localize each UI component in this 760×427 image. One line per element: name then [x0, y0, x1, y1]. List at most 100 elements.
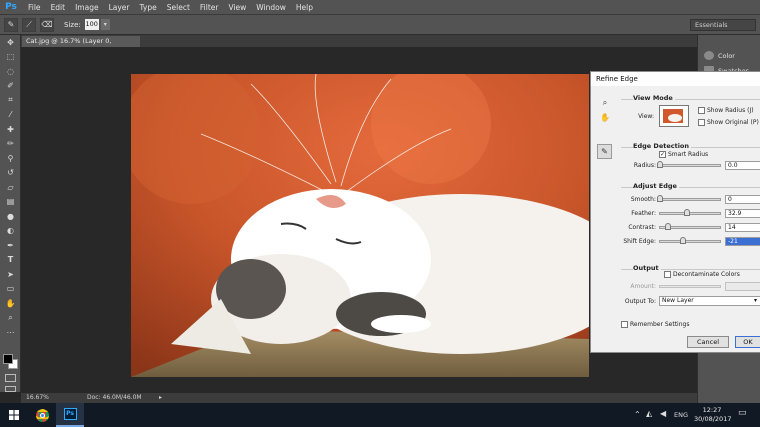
quick-mask-icon[interactable] [5, 374, 16, 382]
photoshop-taskbar-icon[interactable]: Ps [56, 403, 84, 427]
smooth-slider-thumb[interactable] [657, 195, 663, 202]
amount-slider[interactable] [659, 285, 721, 288]
type-tool-icon[interactable]: T [0, 253, 21, 268]
decontaminate-label: Decontaminate Colors [673, 271, 740, 278]
view-thumbnail-cat [668, 114, 682, 122]
path-select-tool-icon[interactable]: ➤ [0, 267, 21, 282]
eyedropper-tool-icon[interactable]: ⁄ [0, 108, 21, 123]
contrast-label: Contrast: [628, 224, 656, 231]
screen-mode-icon[interactable] [5, 386, 16, 392]
contrast-input[interactable]: 14 [725, 223, 760, 232]
hand-icon[interactable]: ✋ [599, 111, 611, 123]
tray-chevron-up-icon[interactable]: ⌃ [634, 410, 641, 419]
shift-edge-input[interactable]: -21 [725, 237, 760, 246]
edge-detection-title: Edge Detection [633, 142, 692, 150]
pen-tool-icon[interactable]: ✒ [0, 238, 21, 253]
cancel-button[interactable]: Cancel [687, 336, 729, 348]
view-mode-title: View Mode [633, 94, 675, 102]
radius-slider[interactable] [659, 164, 721, 167]
chrome-icon[interactable] [28, 403, 56, 427]
notifications-icon[interactable]: ▭ [738, 408, 747, 418]
show-radius-checkbox[interactable] [698, 107, 705, 114]
workspace-switcher[interactable]: Essentials [690, 19, 756, 31]
quick-select-tool-icon[interactable]: ✐ [0, 79, 21, 94]
taskbar-clock[interactable]: 12:27 30/08/2017 [694, 406, 732, 424]
zoom-level[interactable]: 16.67% [26, 393, 49, 403]
lasso-tool-icon[interactable]: ◌ [0, 64, 21, 79]
cat-photo-illustration [131, 74, 589, 377]
dodge-tool-icon[interactable]: ◐ [0, 224, 21, 239]
document-tab[interactable]: Cat.jpg @ 16.7% (Layer 0, RGB/8#) * × [22, 36, 140, 56]
menu-layer[interactable]: Layer [104, 0, 135, 15]
volume-icon[interactable]: ◀ [660, 409, 666, 418]
zoom-tool-icon[interactable]: ⌕ [0, 311, 21, 326]
menu-window[interactable]: Window [251, 0, 291, 15]
menu-filter[interactable]: Filter [195, 0, 224, 15]
smart-radius-label: Smart Radius [668, 151, 709, 158]
ok-button[interactable]: OK [735, 336, 760, 348]
foreground-color-swatch[interactable] [3, 354, 13, 364]
shift-edge-slider-thumb[interactable] [680, 237, 687, 244]
feather-slider-thumb[interactable] [684, 209, 690, 216]
shift-edge-slider[interactable] [659, 240, 721, 243]
panel-color-label: Color [718, 51, 735, 60]
menu-help[interactable]: Help [291, 0, 318, 15]
crop-tool-icon[interactable]: ⌗ [0, 93, 21, 108]
eraser-tool-icon[interactable]: ▱ [0, 180, 21, 195]
feather-input[interactable]: 32.9 [725, 209, 760, 218]
decontaminate-checkbox[interactable] [664, 271, 671, 278]
chevron-down-icon: ▾ [753, 297, 757, 304]
brush-mode-icon[interactable]: ⟋ [22, 17, 36, 32]
smooth-input[interactable]: 0 [725, 195, 760, 204]
feather-slider[interactable] [659, 212, 721, 215]
clock-date: 30/08/2017 [694, 415, 732, 423]
output-to-select[interactable]: New Layer ▾ [659, 296, 760, 306]
menu-view[interactable]: View [223, 0, 251, 15]
hand-tool-icon[interactable]: ✋ [0, 296, 21, 311]
output-title: Output [633, 264, 661, 272]
menu-edit[interactable]: Edit [46, 0, 71, 15]
healing-tool-icon[interactable]: ✚ [0, 122, 21, 137]
remember-settings-checkbox[interactable] [621, 321, 628, 328]
show-original-checkbox[interactable] [698, 119, 705, 126]
blur-tool-icon[interactable]: ● [0, 209, 21, 224]
menu-type[interactable]: Type [135, 0, 162, 15]
menu-select[interactable]: Select [162, 0, 195, 15]
gradient-tool-icon[interactable]: ▤ [0, 195, 21, 210]
brush-tool-icon[interactable]: ✏ [0, 137, 21, 152]
language-indicator[interactable]: ENG [674, 411, 688, 419]
windows-start-icon[interactable] [0, 403, 28, 427]
refine-edge-dialog: Refine Edge ⌕ ✋ ✎ View Mode View: Show R… [590, 71, 760, 353]
output-to-label: Output To: [624, 298, 656, 305]
smart-radius-checkbox[interactable]: ✓ [659, 151, 666, 158]
zoom-icon[interactable]: ⌕ [599, 97, 611, 109]
status-menu-icon[interactable]: ▸ [159, 393, 162, 403]
radius-slider-thumb[interactable] [657, 161, 663, 168]
move-tool-icon[interactable]: ✥ [0, 35, 21, 50]
remember-settings-label: Remember Settings [630, 321, 690, 328]
radius-input[interactable]: 0.0 [725, 161, 760, 170]
size-dropdown-icon[interactable]: ▾ [100, 19, 110, 30]
smooth-slider[interactable] [659, 198, 721, 201]
contrast-slider-thumb[interactable] [665, 223, 672, 230]
view-mode-thumbnail[interactable] [659, 105, 689, 127]
size-input[interactable]: 100 [84, 19, 99, 30]
network-icon[interactable]: ◭ [646, 409, 652, 418]
more-tools-icon[interactable]: ⋯ [0, 325, 21, 340]
cat-photo[interactable] [131, 74, 589, 377]
menu-image[interactable]: Image [70, 0, 104, 15]
stamp-tool-icon[interactable]: ⚲ [0, 151, 21, 166]
photoshop-logo: Ps [5, 1, 17, 12]
marquee-tool-icon[interactable]: ⬚ [0, 50, 21, 65]
shape-tool-icon[interactable]: ▭ [0, 282, 21, 297]
tool-preset-icon[interactable]: ✎ [4, 17, 18, 32]
menu-file[interactable]: File [23, 0, 46, 15]
chrome-logo [35, 408, 49, 422]
clock-time: 12:27 [702, 406, 722, 414]
panel-color[interactable]: Color [698, 48, 760, 63]
smooth-label: Smooth: [630, 196, 656, 203]
amount-input[interactable] [725, 282, 760, 291]
history-brush-icon[interactable]: ↺ [0, 166, 21, 181]
refine-radius-brush-icon[interactable]: ✎ [597, 144, 612, 159]
brush-erase-icon[interactable]: ⌫ [40, 17, 54, 32]
